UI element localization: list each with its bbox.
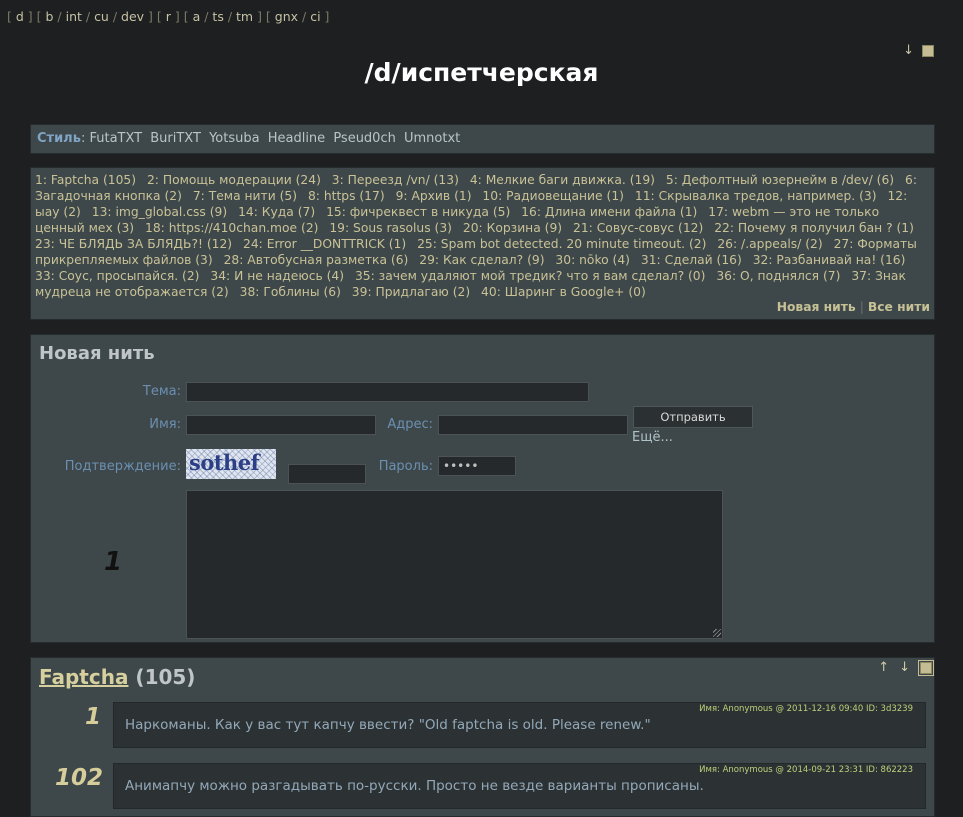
thread-list-link[interactable]: 21: Совус-совус (12) <box>573 221 703 235</box>
thread-list-link[interactable]: 3: Переезд /vn/ (13) <box>332 173 459 187</box>
submit-button[interactable]: Отправить <box>633 406 753 428</box>
thread-list-link[interactable]: 20: Корзина (9) <box>463 221 562 235</box>
thread-list-link[interactable]: 30: nōko (4) <box>555 253 630 267</box>
email-input[interactable] <box>438 415 628 435</box>
thread-list-link[interactable]: 22: Почему я получил бан ? (1) <box>714 221 914 235</box>
captcha-input[interactable] <box>288 464 366 484</box>
subject-input[interactable] <box>186 382 589 402</box>
page-corner-tools: ↓ <box>903 43 934 58</box>
style-option-buritxt[interactable]: BuriTXT <box>150 131 201 146</box>
post-text: Наркоманы. Как у вас тут капчу ввести? "… <box>125 717 651 733</box>
thread-list-link[interactable]: 5: Дефолтный юзернейм в /dev/ (6) <box>666 173 894 187</box>
board-link-int[interactable]: int <box>66 9 82 24</box>
style-option-yotsuba[interactable]: Yotsuba <box>209 131 260 146</box>
thread-list-link[interactable]: 36: О, поднялся (7) <box>716 269 840 283</box>
board-link-d[interactable]: d <box>16 9 24 24</box>
thread-preview: Faptcha (105) ↑ ↓ 1 Имя: Anonymous @ 201… <box>30 657 935 817</box>
board-link-gnx[interactable]: gnx <box>275 9 298 24</box>
scroll-up-arrow-icon[interactable]: ↑ <box>878 660 889 675</box>
thread-list-link[interactable]: 24: Error __DONTTRICK (1) <box>243 237 406 251</box>
thread-list-link[interactable]: 40: Шаринг в Google+ (0) <box>481 285 646 299</box>
thread-list-items: 1: Faptcha (105) 2: Помощь модерации (24… <box>35 172 930 300</box>
thread-list-link[interactable]: 11: Скрывалка тредов, например. (3) <box>635 189 877 203</box>
thread-list-link[interactable]: 2: Помощь модерации (24) <box>147 173 321 187</box>
password-input[interactable]: ••••• <box>438 456 516 476</box>
style-option-pseud0ch[interactable]: Pseud0ch <box>333 131 396 146</box>
thread-list-link[interactable]: 23: ЧЕ БЛЯДЬ ЗА БЛЯДЬ?! (12) <box>35 237 232 251</box>
post-meta: Имя: Anonymous @ 2011-12-16 09:40 ID: 3d… <box>699 704 913 714</box>
thread-list-link[interactable]: 1: Faptcha (105) <box>35 173 136 187</box>
thread-title-link[interactable]: Faptcha <box>39 665 128 689</box>
board-link-ts[interactable]: ts <box>212 9 223 24</box>
board-link-ci[interactable]: ci <box>310 9 320 24</box>
thread-list-link[interactable]: 19: Sous rasolus (3) <box>329 221 452 235</box>
resize-grip-icon[interactable] <box>713 629 721 637</box>
thread-square-icon[interactable] <box>918 659 934 676</box>
thread-tools: ↑ ↓ <box>878 659 934 676</box>
name-input[interactable] <box>186 415 376 435</box>
post-number[interactable]: 1 <box>41 704 101 730</box>
board-link-dev[interactable]: dev <box>121 9 144 24</box>
new-thread-form: Новая нить Тема: Имя: Адрес: Отправить Е… <box>30 334 935 643</box>
style-label: Стиль <box>37 131 81 146</box>
post-number[interactable]: 102 <box>43 765 103 791</box>
board-link-cu[interactable]: cu <box>94 9 109 24</box>
subject-label: Тема: <box>142 384 181 399</box>
board-link-tm[interactable]: tm <box>236 9 253 24</box>
new-thread-link[interactable]: Новая нить <box>777 300 856 314</box>
thread-list-link[interactable]: 32: Разбанивай на! (16) <box>753 253 906 267</box>
board-navigation: [ d ] [ b / int / cu / dev ] [ r ] [ a /… <box>7 9 330 24</box>
thread-list-link[interactable]: 14: Куда (7) <box>238 205 315 219</box>
thread-list-link[interactable]: 39: Придлагаю (2) <box>352 285 470 299</box>
thread-list-link[interactable]: 34: И не надеюсь (4) <box>210 269 344 283</box>
more-options-link[interactable]: Ещё... <box>632 430 673 445</box>
form-heading: Новая нить <box>39 343 155 364</box>
scroll-down-arrow-icon[interactable]: ↓ <box>899 660 910 675</box>
thread-list-link[interactable]: 29: Как сделал? (9) <box>419 253 544 267</box>
post-item: Имя: Anonymous @ 2014-09-21 23:31 ID: 86… <box>113 763 926 809</box>
style-option-headline[interactable]: Headline <box>268 131 325 146</box>
form-side-number: 1 <box>104 547 123 577</box>
thread-list-link[interactable]: 10: Радиовещание (1) <box>482 189 624 203</box>
message-textarea[interactable] <box>186 490 723 639</box>
thread-list-link[interactable]: 9: Архив (1) <box>396 189 472 203</box>
thread-list-link[interactable]: 26: /.appeals/ (2) <box>717 237 822 251</box>
thread-title: Faptcha (105) <box>39 665 195 689</box>
thread-list: 1: Faptcha (105) 2: Помощь модерации (24… <box>30 167 935 320</box>
style-option-umnotxt[interactable]: Umnotxt <box>404 131 460 146</box>
thread-list-link[interactable]: 33: Соус, просыпайся. (2) <box>35 269 199 283</box>
post-item: Имя: Anonymous @ 2011-12-16 09:40 ID: 3d… <box>113 702 926 748</box>
thread-list-link[interactable]: 31: Сделай (16) <box>641 253 742 267</box>
thread-list-link[interactable]: 16: Длина имени файла (1) <box>521 205 697 219</box>
thread-list-link[interactable]: 13: img_global.css (9) <box>92 205 227 219</box>
page-title: /d/испетчерская <box>364 58 599 87</box>
thread-list-actions: Новая нить | Все нити <box>776 300 930 314</box>
thread-list-link[interactable]: 38: Гоблины (6) <box>240 285 341 299</box>
post-text: Анимапчу можно разгадывать по-русски. Пр… <box>125 778 704 794</box>
thread-list-link[interactable]: 8: https (17) <box>308 189 385 203</box>
thread-reply-count: (105) <box>135 665 196 689</box>
email-label: Адрес: <box>387 417 433 432</box>
style-switcher: Стиль: FutaTXT BuriTXT Yotsuba Headline … <box>30 124 935 154</box>
all-threads-link[interactable]: Все нити <box>868 300 930 314</box>
password-label: Пароль: <box>378 459 433 474</box>
square-toggle-icon[interactable] <box>922 44 934 57</box>
thread-list-link[interactable]: 25: Spam bot detected. 20 minute timeout… <box>417 237 706 251</box>
style-option-futatxt[interactable]: FutaTXT <box>89 131 142 146</box>
captcha-label: Подтверждение: <box>64 459 181 474</box>
thread-list-link[interactable]: 18: https://410chan.moe (2) <box>145 221 318 235</box>
thread-list-link[interactable]: 35: зачем удаляют мой тредик? что я вам … <box>355 269 705 283</box>
post-meta: Имя: Anonymous @ 2014-09-21 23:31 ID: 86… <box>699 765 913 775</box>
scroll-down-arrow-icon[interactable]: ↓ <box>903 43 914 58</box>
thread-list-link[interactable]: 7: Тема нити (5) <box>193 189 297 203</box>
thread-list-link[interactable]: 28: Автобусная разметка (6) <box>224 253 409 267</box>
thread-list-link[interactable]: 15: фичреквест в никуда (5) <box>326 205 510 219</box>
captcha-image: sothef <box>186 449 276 479</box>
thread-list-link[interactable]: 4: Мелкие баги движка. (19) <box>470 173 655 187</box>
name-label: Имя: <box>149 417 181 432</box>
